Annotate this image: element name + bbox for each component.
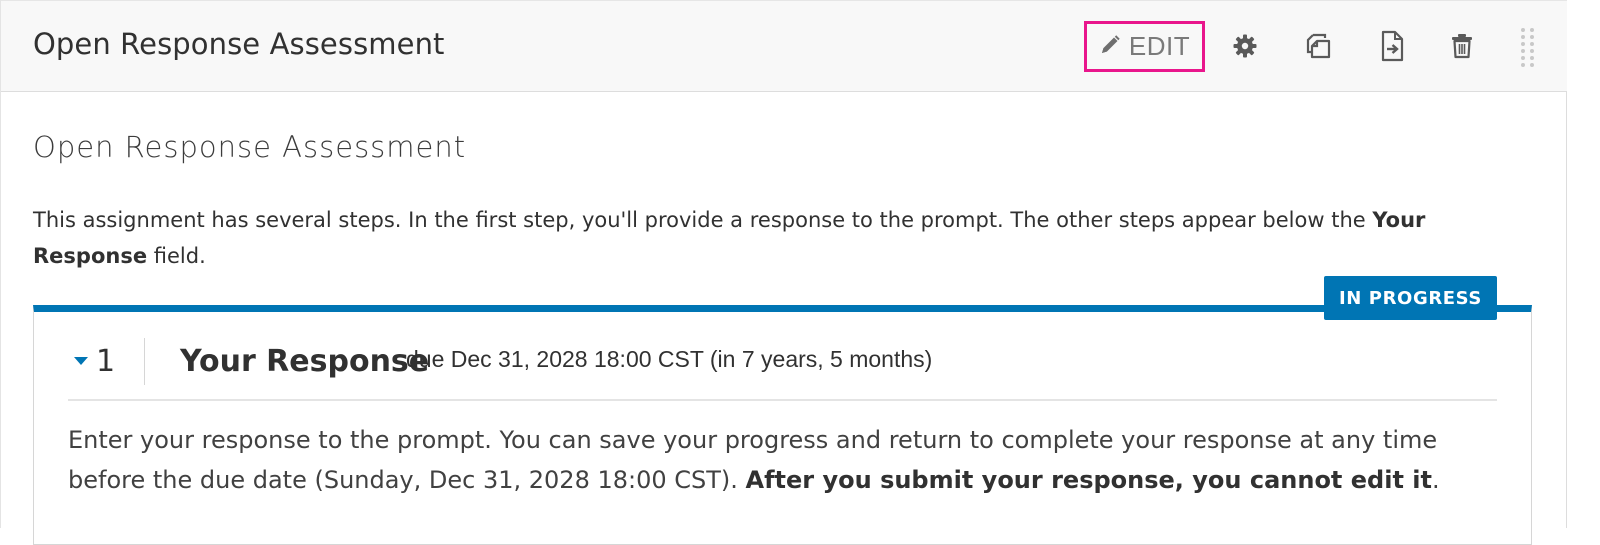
instructions-text-end: .	[1431, 466, 1440, 494]
move-button[interactable]	[1375, 29, 1409, 65]
settings-button[interactable]	[1228, 29, 1262, 65]
intro-text-end: field.	[147, 244, 206, 268]
component-header: Open Response Assessment EDIT	[1, 0, 1567, 92]
gear-icon	[1232, 33, 1258, 62]
assessment-intro: This assignment has several steps. In th…	[33, 202, 1513, 274]
step-number: 1	[96, 344, 116, 379]
intro-text: This assignment has several steps. In th…	[33, 208, 1373, 232]
pencil-icon	[1099, 34, 1121, 59]
edit-label: EDIT	[1128, 31, 1191, 61]
step-instructions: Enter your response to the prompt. You c…	[68, 420, 1498, 500]
move-icon	[1378, 30, 1406, 65]
delete-button[interactable]	[1445, 29, 1479, 65]
response-step: 1 Your Response due Dec 31, 2028 18:00 C…	[33, 305, 1532, 545]
instructions-bold-text: After you submit your response, you cann…	[745, 466, 1432, 494]
step-divider	[144, 338, 145, 385]
step-title: Your Response	[180, 344, 430, 379]
component-title: Open Response Assessment	[33, 27, 445, 61]
assessment-title: Open Response Assessment	[33, 130, 467, 164]
step-separator	[68, 399, 1497, 401]
step-due-date: due Dec 31, 2028 18:00 CST (in 7 years, …	[406, 346, 933, 372]
drag-handle-icon[interactable]	[1519, 27, 1537, 69]
xblock-panel: Open Response Assessment EDIT Open Respo…	[0, 0, 1567, 545]
duplicate-button[interactable]	[1301, 29, 1335, 65]
status-badge: IN PROGRESS	[1324, 276, 1497, 320]
duplicate-icon	[1303, 32, 1333, 63]
trash-icon	[1450, 33, 1474, 62]
step-toggle[interactable]: 1	[74, 344, 115, 379]
edit-button[interactable]: EDIT	[1084, 21, 1205, 72]
caret-down-icon	[74, 352, 88, 371]
